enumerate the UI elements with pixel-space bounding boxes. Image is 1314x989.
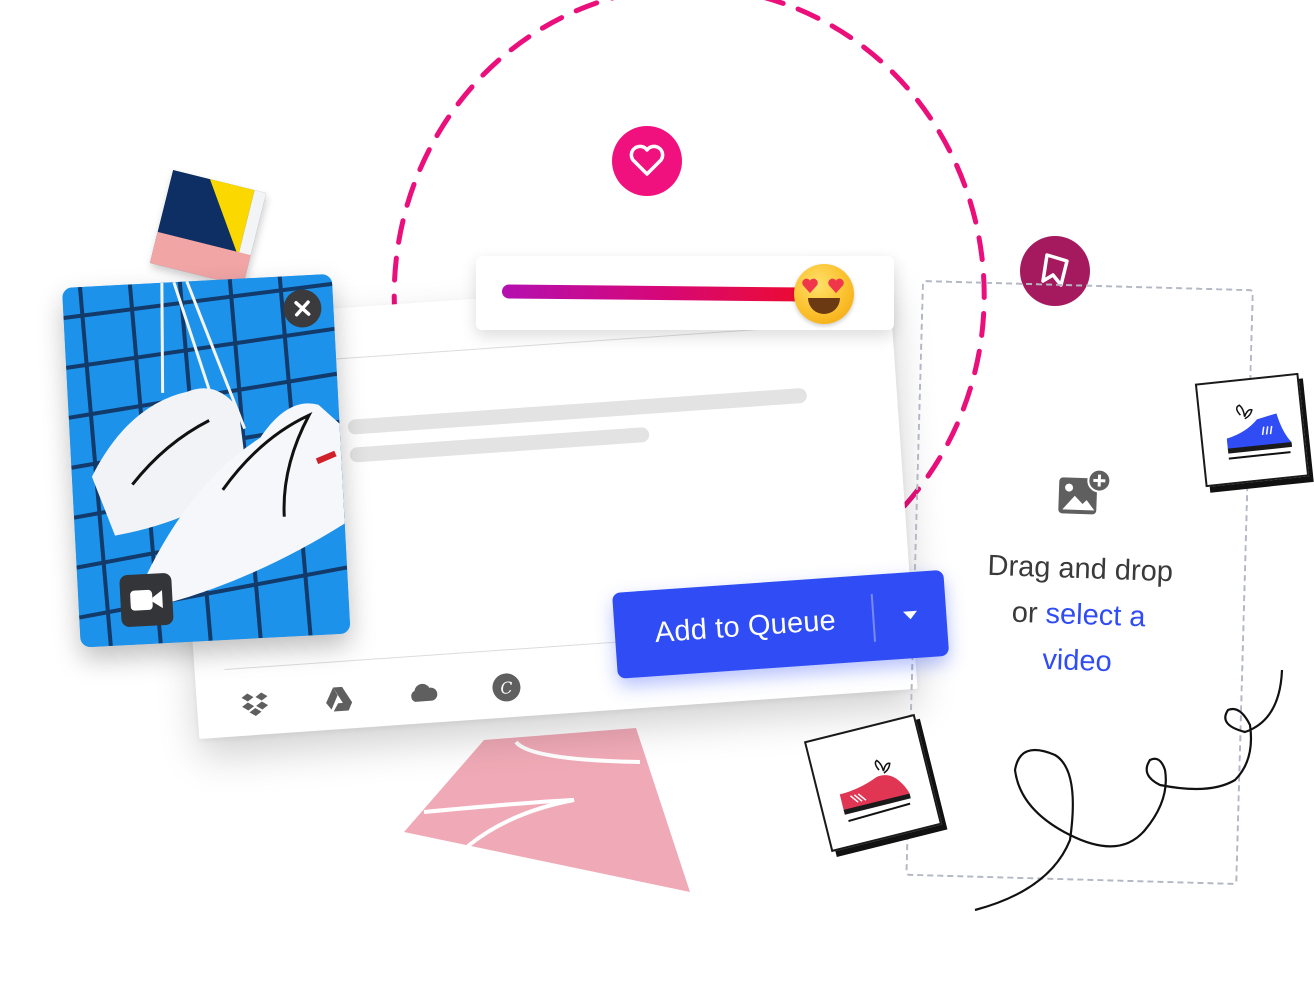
dropzone-content: Drag and drop or select a video	[956, 464, 1203, 688]
add-image-icon	[1058, 468, 1112, 515]
add-to-queue-button[interactable]: Add to Queue	[614, 601, 874, 652]
google-drive-icon[interactable]	[320, 680, 358, 718]
cloud-icon[interactable]	[403, 674, 441, 712]
svg-text:C: C	[500, 678, 514, 698]
dropzone-line1: Drag and drop	[987, 549, 1174, 589]
canva-icon[interactable]: C	[487, 668, 525, 706]
blue-shoe-sticker	[1194, 372, 1310, 488]
media-source-toolbar: C	[236, 668, 526, 724]
reaction-slider-card	[476, 256, 894, 330]
text-placeholder-line	[349, 426, 650, 463]
slider-track-filled[interactable]	[501, 284, 813, 302]
text-placeholder-line	[347, 387, 808, 435]
dropbox-icon[interactable]	[236, 686, 274, 724]
video-camera-icon	[130, 589, 163, 611]
color-swatch-decoration	[149, 169, 267, 287]
video-type-badge	[119, 572, 174, 628]
queue-options-dropdown[interactable]	[871, 570, 949, 661]
emoji-mouth	[808, 298, 840, 314]
squiggle-line-decoration	[974, 669, 1284, 912]
like-badge	[612, 126, 682, 196]
caret-down-icon	[903, 610, 917, 620]
pink-triangle-decoration	[404, 728, 690, 892]
shoe-icon	[839, 759, 911, 823]
heart-eyes-emoji-slider-thumb[interactable]	[794, 264, 854, 324]
heart-icon	[629, 144, 665, 176]
heart-eye-icon	[828, 278, 844, 294]
sneakers-photo	[62, 273, 351, 648]
select-video-link[interactable]: select a	[1045, 598, 1146, 633]
shoe-icon	[1226, 404, 1292, 460]
close-icon	[294, 300, 311, 317]
heart-eye-icon	[802, 278, 818, 294]
video-preview-card[interactable]	[62, 273, 351, 648]
dropzone-or: or	[1011, 596, 1047, 630]
